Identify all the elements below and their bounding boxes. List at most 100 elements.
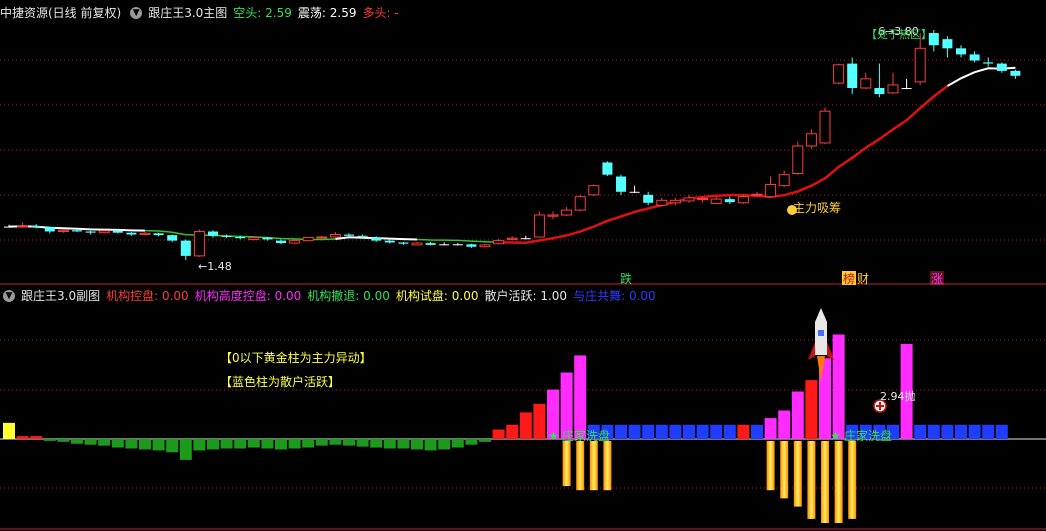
sub-item-value: 0.00 — [451, 289, 479, 303]
sub-bar — [615, 424, 627, 439]
candle — [778, 170, 790, 187]
sub-indicator-name[interactable]: 跟庄王3.0副图 — [21, 286, 100, 306]
sub-bar — [465, 439, 478, 445]
candle — [833, 63, 845, 85]
sub-item-2: 机构撤退: 0.00 — [307, 286, 390, 306]
candle — [153, 232, 164, 237]
sub-bar — [166, 439, 179, 453]
candle-body — [235, 236, 246, 239]
candle-body — [874, 88, 885, 95]
candle-body — [17, 225, 29, 228]
sub-bar — [30, 436, 43, 439]
sub-bar — [805, 380, 818, 439]
sub-bar — [179, 439, 192, 460]
wash-marker-2: ★ 庄家洗盘 — [830, 428, 892, 443]
gold-column — [821, 441, 829, 523]
sub-bar — [982, 424, 995, 439]
sub-bar — [519, 412, 532, 439]
candle-body — [221, 235, 232, 237]
candle-body — [85, 231, 96, 233]
candle-body — [792, 145, 804, 174]
candle — [561, 207, 573, 217]
candle — [139, 232, 151, 236]
chart-window[interactable]: 中捷资源(日线 前复权) ▼ 跟庄王3.0主图 空头: 2.59 震荡: 2.5… — [0, 0, 1046, 531]
sub-bar — [71, 439, 83, 444]
candle — [533, 211, 545, 238]
sub-bar — [723, 424, 736, 439]
sub-bar — [683, 424, 695, 439]
main-item-0: 空头: 2.59 — [233, 3, 292, 23]
gold-column — [848, 441, 857, 519]
gold-column — [766, 441, 775, 491]
sub-bar — [261, 439, 274, 449]
candle-body — [452, 244, 463, 246]
candle — [289, 239, 301, 245]
sub-bar — [791, 391, 804, 439]
tag-rise: 涨 — [931, 271, 943, 286]
candle — [737, 194, 749, 204]
candle — [439, 242, 450, 246]
candle-body — [506, 237, 518, 240]
candle — [724, 196, 735, 204]
sub-bar — [397, 439, 410, 449]
candle-body — [329, 234, 341, 238]
sub-bar — [57, 439, 70, 442]
candle-body — [112, 230, 123, 233]
candle — [792, 141, 804, 175]
candle — [329, 232, 341, 238]
candle-body — [44, 227, 55, 232]
candle — [983, 57, 994, 67]
sub-item-label: 机构撤退: — [307, 289, 360, 303]
sub-bar — [424, 439, 437, 451]
sub-item-0: 机构控盘: 0.00 — [106, 286, 189, 306]
sub-bar — [655, 424, 668, 439]
candle-body — [561, 209, 573, 216]
candle — [72, 229, 82, 233]
sub-bar — [832, 334, 845, 439]
moving-average-line-segment — [498, 85, 949, 244]
moving-average-line-segment — [8, 66, 1016, 241]
indicator-menu-icon[interactable]: ▼ — [3, 290, 15, 302]
candle-body — [533, 214, 545, 238]
wash-label: 庄家洗盘 — [844, 428, 892, 443]
candle — [452, 243, 463, 246]
candle — [901, 78, 912, 90]
candle-body — [737, 196, 749, 204]
candle-body — [710, 198, 722, 204]
sub-bar — [43, 439, 56, 441]
sub-bar — [383, 439, 396, 449]
sub-bar — [995, 424, 1008, 439]
sub-bar — [152, 439, 165, 451]
candle — [683, 194, 695, 203]
candle — [588, 184, 600, 197]
note-gold: 【0以下黄金柱为主力异动】 — [220, 350, 372, 365]
candle-body — [969, 54, 980, 61]
main-item-1: 震荡: 2.59 — [298, 3, 357, 23]
candle-body — [302, 237, 314, 242]
candle — [180, 239, 191, 261]
candle — [398, 241, 409, 245]
candle — [887, 72, 899, 95]
candle-body — [697, 198, 709, 201]
sub-bar — [315, 439, 328, 446]
candle — [479, 243, 491, 248]
candle-body — [847, 63, 858, 88]
sub-bar — [234, 439, 247, 449]
candle-body — [956, 48, 966, 55]
sub-item-value: 0.00 — [274, 289, 302, 303]
sub-item-label: 与庄共舞: — [573, 289, 626, 303]
sub-bar — [411, 439, 423, 450]
candle — [466, 243, 477, 248]
sub-item-3: 机构试盘: 0.00 — [396, 286, 479, 306]
candle — [996, 62, 1007, 73]
chart-canvas[interactable]: ←1.48 6→3.80 【处于热区】 主力吸筹 跌 榜 财 涨 【0以下黄金柱… — [0, 0, 1046, 531]
main-item-label: 多头: — [362, 6, 391, 20]
indicator-menu-icon[interactable]: ▼ — [130, 7, 143, 19]
sub-item-value: 0.00 — [363, 289, 390, 303]
accumulation-marker: 主力吸筹 — [787, 201, 841, 215]
main-indicator-name[interactable]: 跟庄王3.0主图 — [148, 3, 227, 23]
candle — [710, 196, 722, 204]
main-item-label: 空头: — [233, 6, 262, 20]
candle-body — [411, 242, 423, 246]
tag-ranked: 榜 — [843, 271, 855, 286]
